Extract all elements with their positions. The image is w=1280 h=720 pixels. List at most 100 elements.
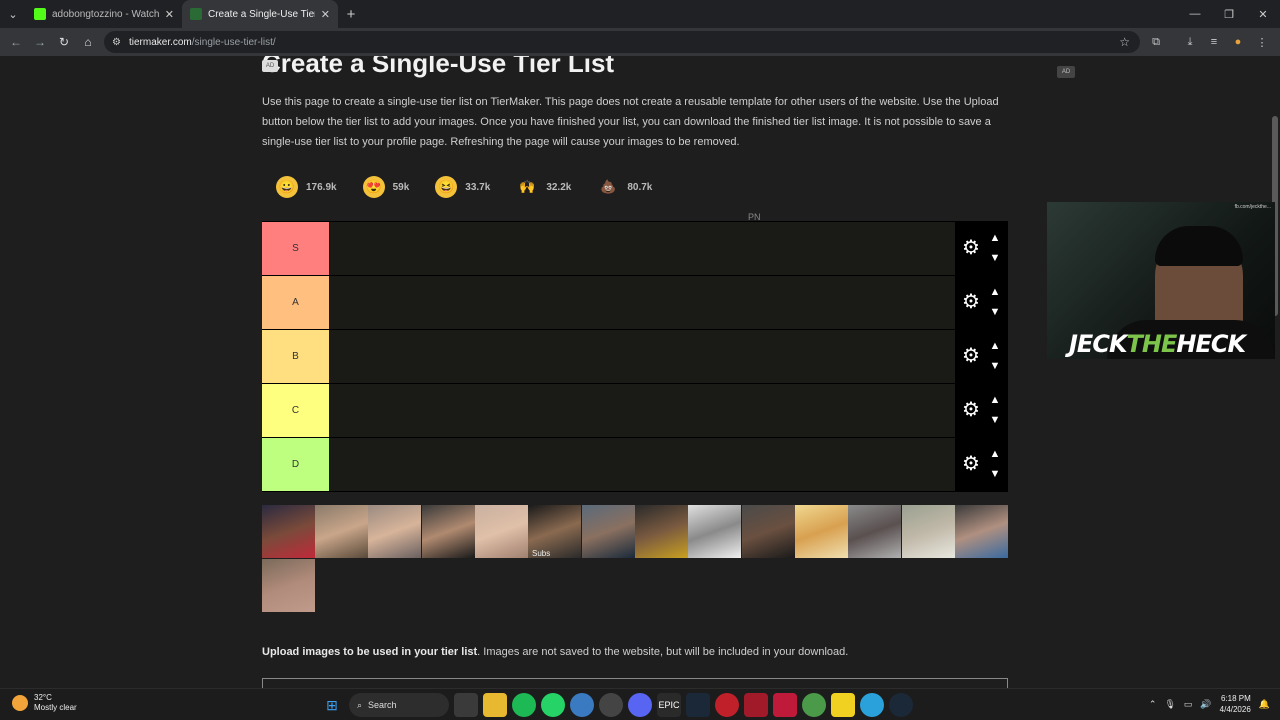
- reaction-raised-hands[interactable]: 🙌 32.2k: [508, 172, 579, 202]
- tier-image[interactable]: [742, 505, 795, 558]
- tier-image[interactable]: [955, 505, 1008, 558]
- ad-choice-icon[interactable]: AD: [262, 60, 278, 72]
- sticky-notes-icon[interactable]: [831, 693, 855, 717]
- tier-image[interactable]: [422, 505, 475, 558]
- chevron-up-icon[interactable]: ▲: [987, 285, 1003, 299]
- tab-search-chevron-icon[interactable]: ⌄: [0, 0, 26, 28]
- tier-image[interactable]: [475, 505, 528, 558]
- page-content: Create a Single-Use Tier List AD AD Use …: [0, 56, 1270, 688]
- tier-drop-zone[interactable]: [329, 330, 955, 383]
- chrome-icon[interactable]: [802, 693, 826, 717]
- weather-widget[interactable]: 32°C Mostly clear: [12, 693, 77, 713]
- notification-icon[interactable]: 🔔: [1259, 699, 1270, 710]
- steam-icon[interactable]: [686, 693, 710, 717]
- tier-image[interactable]: [582, 505, 635, 558]
- file-explorer-icon[interactable]: [483, 693, 507, 717]
- reaction-grin[interactable]: 😀 176.9k: [268, 172, 345, 202]
- back-icon[interactable]: ←: [4, 35, 28, 49]
- restore-icon[interactable]: ❐: [1212, 0, 1246, 28]
- app-icon[interactable]: [744, 693, 768, 717]
- gear-icon[interactable]: ⚙: [959, 452, 983, 476]
- taskbar-search[interactable]: ⌕ Search: [349, 693, 449, 717]
- extensions-icon[interactable]: ⧉: [1144, 36, 1168, 49]
- chevron-down-icon[interactable]: ▼: [987, 305, 1003, 319]
- chevron-down-icon[interactable]: ▼: [987, 467, 1003, 481]
- microphone-icon[interactable]: 🎙: [1164, 699, 1175, 710]
- raised-hands-emoji-icon: 🙌: [519, 179, 536, 194]
- spotify-icon[interactable]: [512, 693, 536, 717]
- minimize-icon[interactable]: —: [1178, 0, 1212, 28]
- tier-drop-zone[interactable]: [329, 384, 955, 437]
- address-bar[interactable]: ⚙ tiermaker.com/single-use-tier-list/ ☆: [104, 31, 1140, 53]
- discord-icon[interactable]: [628, 693, 652, 717]
- menu-kebab-icon[interactable]: ⋮: [1250, 36, 1274, 49]
- tier-drop-zone[interactable]: [329, 438, 955, 491]
- new-tab-button[interactable]: +: [338, 6, 364, 23]
- tier-label[interactable]: C: [262, 384, 329, 437]
- home-icon[interactable]: ⌂: [76, 35, 100, 49]
- volume-icon[interactable]: 🔊: [1200, 699, 1211, 710]
- tier-label[interactable]: A: [262, 276, 329, 329]
- app-icon[interactable]: [715, 693, 739, 717]
- windows-start-icon[interactable]: ⊞: [320, 693, 344, 717]
- tier-image[interactable]: [368, 505, 421, 558]
- chevron-up-icon[interactable]: ▲: [987, 231, 1003, 245]
- gear-icon[interactable]: ⚙: [959, 398, 983, 422]
- site-info-icon[interactable]: ⚙: [112, 37, 121, 48]
- clock[interactable]: 6:18 PM 4/4/2026: [1220, 693, 1251, 715]
- media-control-icon[interactable]: ≡: [1202, 36, 1226, 48]
- tab-kick[interactable]: adobongtozzino - Watch the V ✕: [26, 0, 182, 28]
- reaction-count: 59k: [392, 181, 410, 193]
- gear-icon[interactable]: ⚙: [959, 290, 983, 314]
- tier-label[interactable]: D: [262, 438, 329, 491]
- telegram-icon[interactable]: [860, 693, 884, 717]
- tier-image[interactable]: [795, 505, 848, 558]
- gear-icon[interactable]: ⚙: [959, 344, 983, 368]
- tier-image[interactable]: Subs: [528, 505, 581, 558]
- steam-icon[interactable]: [889, 693, 913, 717]
- profile-avatar-icon[interactable]: ●: [1226, 36, 1250, 48]
- tier-image[interactable]: [262, 505, 315, 558]
- bookmark-star-icon[interactable]: ☆: [1119, 35, 1130, 49]
- tab-tiermaker[interactable]: Create a Single-Use Tier List (P ✕: [182, 0, 338, 28]
- chevron-up-icon[interactable]: ▲: [987, 339, 1003, 353]
- network-icon[interactable]: ▭: [1184, 699, 1193, 710]
- tier-drop-zone[interactable]: [329, 276, 955, 329]
- chevron-down-icon[interactable]: ▼: [987, 251, 1003, 265]
- tier-image[interactable]: [848, 505, 901, 558]
- browser-toolbar: ← → ↻ ⌂ ⚙ tiermaker.com/single-use-tier-…: [0, 28, 1280, 56]
- reaction-laughing[interactable]: 😆 33.7k: [427, 172, 498, 202]
- chevron-up-icon[interactable]: ▲: [987, 393, 1003, 407]
- tray-overflow-icon[interactable]: ⌃: [1149, 699, 1157, 710]
- download-icon[interactable]: ⤓: [1178, 36, 1202, 49]
- reaction-heart-eyes[interactable]: 😍 59k: [355, 172, 418, 202]
- whatsapp-icon[interactable]: [541, 693, 565, 717]
- close-tab-icon[interactable]: ✕: [321, 8, 330, 21]
- close-window-icon[interactable]: ✕: [1246, 0, 1280, 28]
- task-view-icon[interactable]: [454, 693, 478, 717]
- weather-temp: 32°C: [34, 693, 52, 702]
- chevron-up-icon[interactable]: ▲: [987, 447, 1003, 461]
- app-icon[interactable]: [773, 693, 797, 717]
- tier-image[interactable]: [688, 505, 741, 558]
- tier-image[interactable]: [635, 505, 688, 558]
- close-tab-icon[interactable]: ✕: [165, 8, 174, 21]
- reload-icon[interactable]: ↻: [52, 35, 76, 49]
- reaction-poop[interactable]: 💩 80.7k: [589, 172, 660, 202]
- chevron-down-icon[interactable]: ▼: [987, 359, 1003, 373]
- ad-badge[interactable]: AD: [1057, 66, 1075, 78]
- tier-image[interactable]: [902, 505, 955, 558]
- tier-label[interactable]: B: [262, 330, 329, 383]
- epic-games-icon[interactable]: EPIC: [657, 693, 681, 717]
- gear-icon[interactable]: ⚙: [959, 236, 983, 260]
- chevron-down-icon[interactable]: ▼: [987, 413, 1003, 427]
- app-icon[interactable]: [599, 693, 623, 717]
- forward-icon[interactable]: →: [28, 35, 52, 49]
- app-icon[interactable]: [570, 693, 594, 717]
- tier-image[interactable]: [315, 505, 368, 558]
- page-scrollbar[interactable]: [1270, 56, 1280, 688]
- tier-label[interactable]: S: [262, 222, 329, 275]
- tier-drop-zone[interactable]: [329, 222, 955, 275]
- tier-image[interactable]: [262, 559, 315, 612]
- upload-area[interactable]: [262, 678, 1008, 688]
